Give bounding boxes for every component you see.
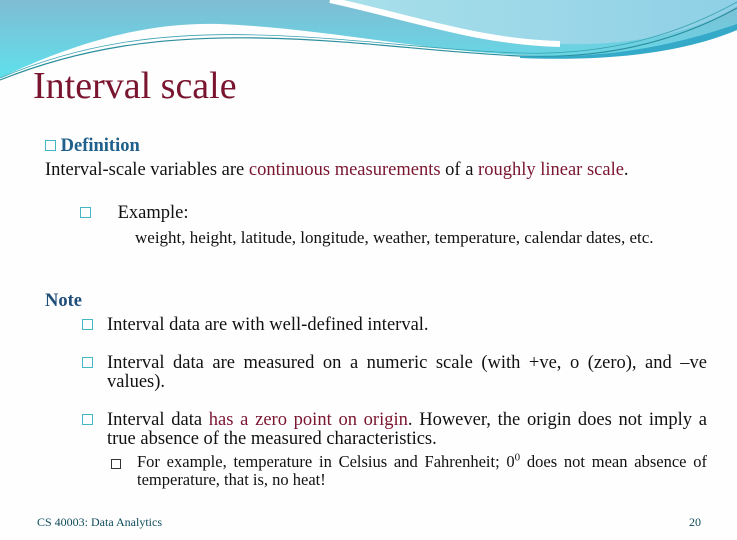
definition-highlight: roughly linear scale <box>478 160 624 180</box>
square-bullet-icon <box>82 357 93 368</box>
square-bullet-icon <box>80 207 91 218</box>
slide-title: Interval scale <box>33 65 237 107</box>
sub-bullet <box>111 455 121 474</box>
definition-text-part: . <box>623 160 629 180</box>
note-bullet-3-highlight: has a zero point on origin <box>208 410 408 430</box>
definition-text: Interval-scale variables are continuous … <box>45 161 707 180</box>
page-number: 20 <box>689 515 701 529</box>
definition-highlight: continuous measurements <box>248 160 441 180</box>
sub-bullet-text: For example, temperature in Celsius and … <box>137 452 707 489</box>
square-bullet-icon <box>82 414 93 425</box>
example-text: weight, height, latitude, longitude, wea… <box>135 228 654 247</box>
note-bullet-2-text: Interval data are measured on a numeric … <box>107 353 707 392</box>
note-bullet-3 <box>82 411 93 430</box>
note-bullet-1-text: Interval data are with well-defined inte… <box>107 315 429 335</box>
footer-course: CS 40003: Data Analytics <box>37 515 162 529</box>
example-row: Example: <box>80 204 189 223</box>
definition-heading-row: Definition <box>45 137 140 156</box>
note-bullet-1 <box>82 316 93 335</box>
square-bullet-icon <box>45 140 56 151</box>
note-bullet-3-text: Interval data has a zero point on origin… <box>107 411 707 449</box>
sub-bullet-pre: For example, temperature in Celsius and … <box>137 452 515 471</box>
note-bullet-3-pre: Interval data <box>107 410 209 430</box>
definition-heading: Definition <box>60 136 140 156</box>
note-bullet-2 <box>82 354 93 373</box>
square-bullet-icon <box>82 319 93 330</box>
example-label: Example: <box>117 203 189 223</box>
definition-text-part: Interval-scale variables are <box>45 160 249 180</box>
definition-text-part: of a <box>440 160 479 180</box>
note-heading: Note <box>45 291 82 311</box>
square-bullet-icon <box>111 459 121 469</box>
